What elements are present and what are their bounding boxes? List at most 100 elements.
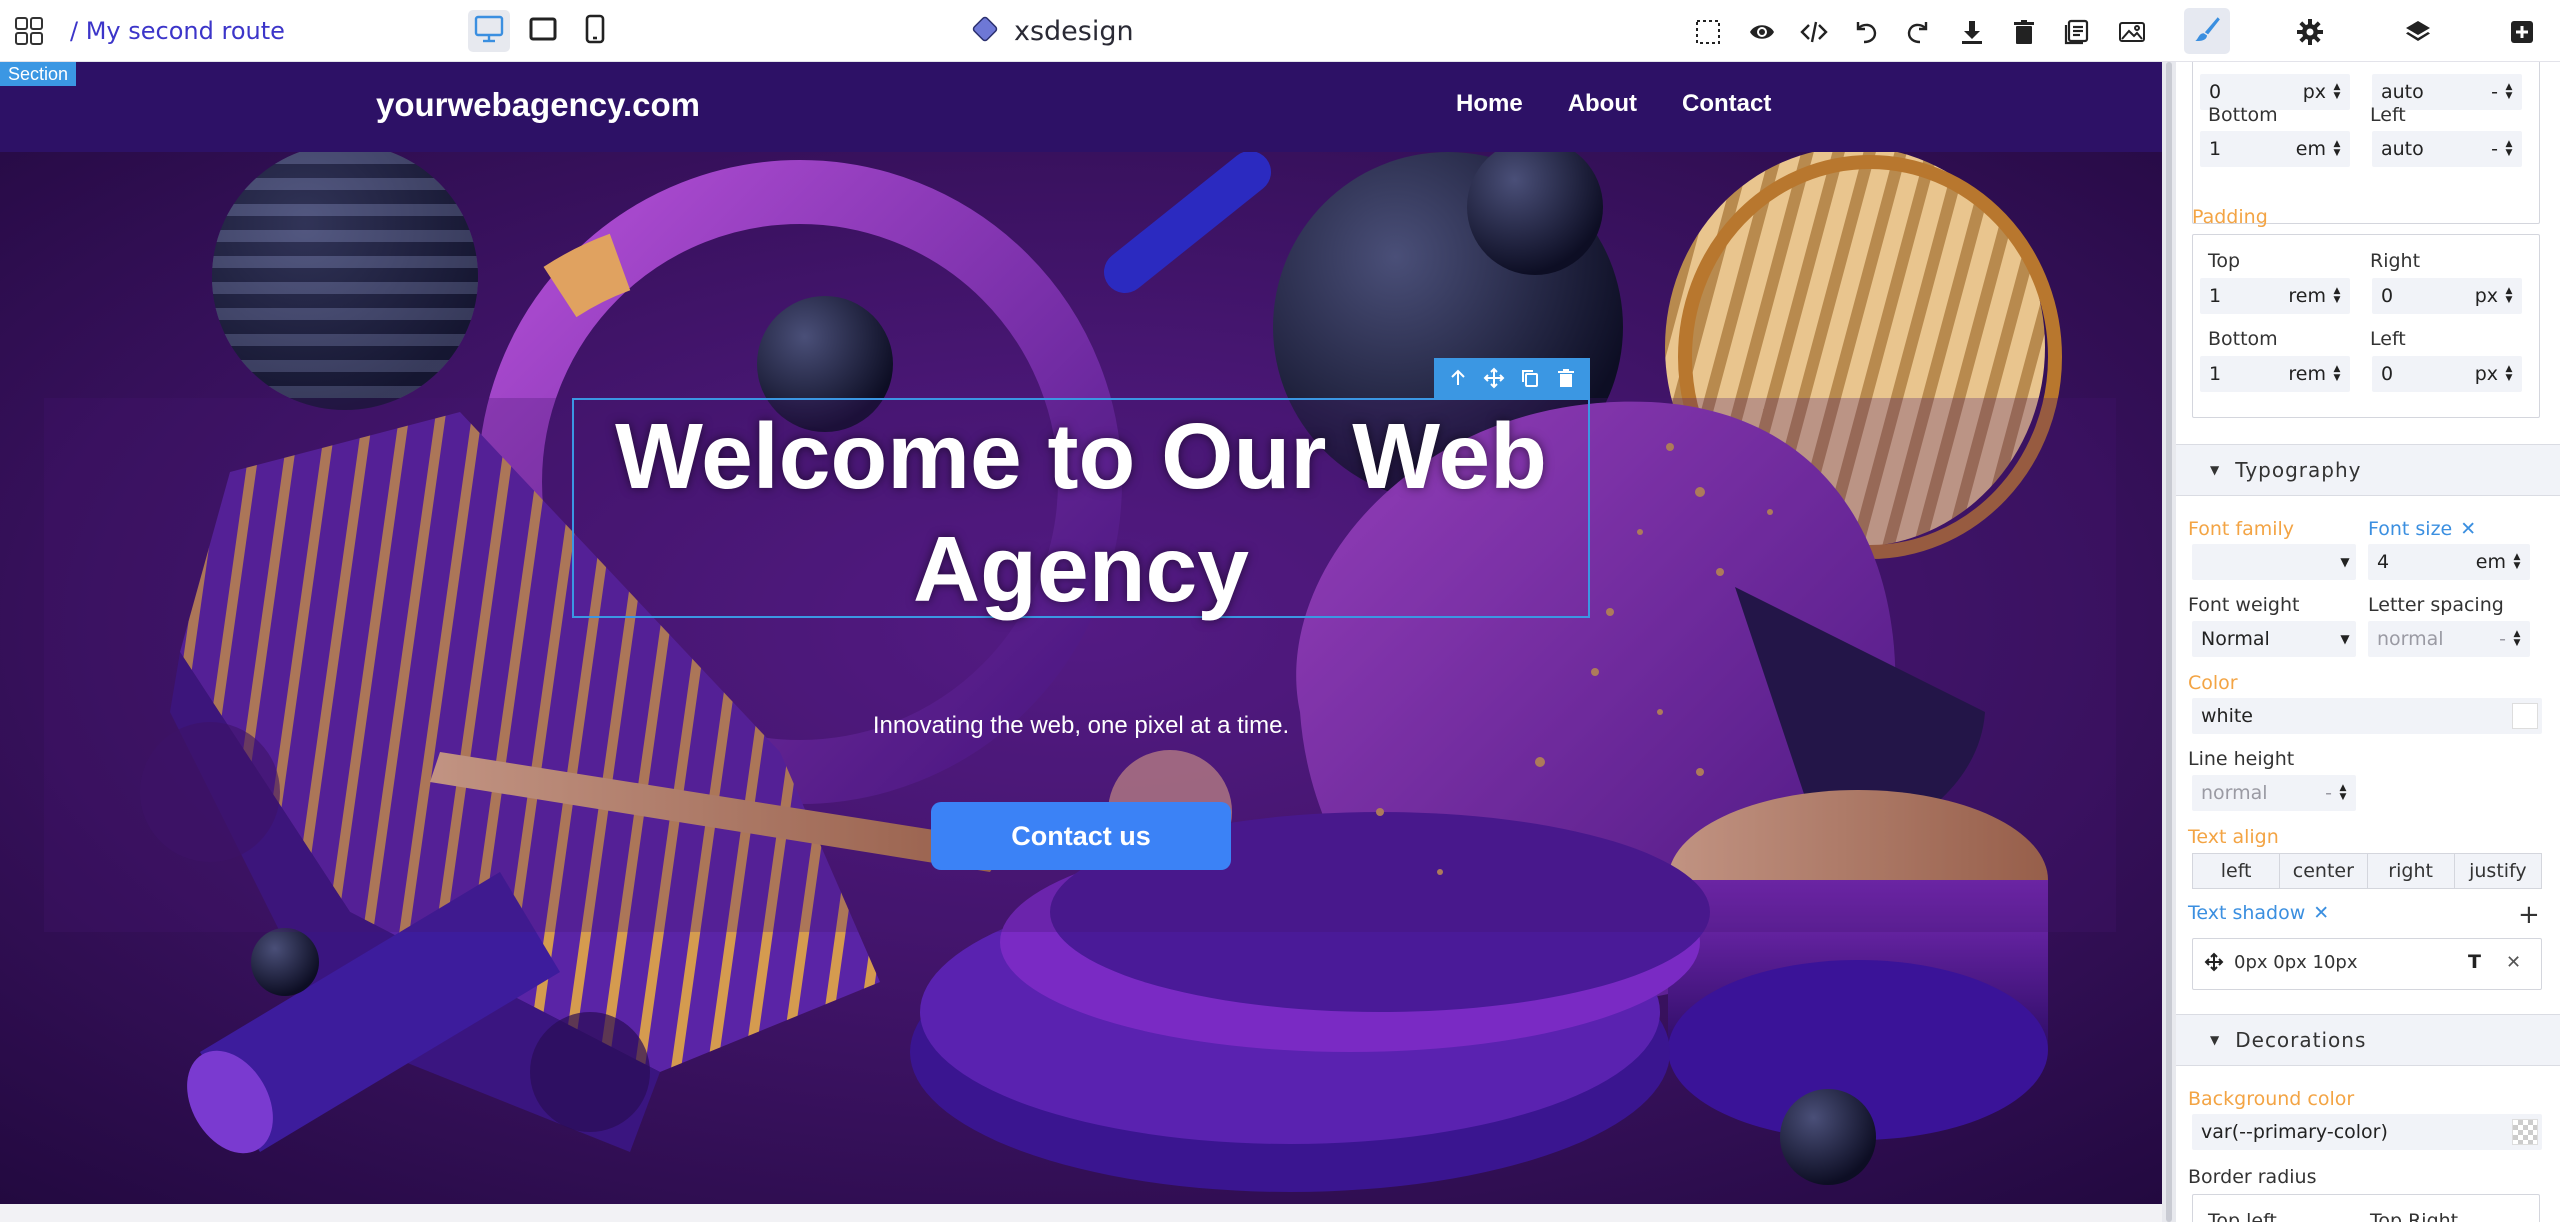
padding-right-label: Right xyxy=(2370,250,2421,272)
spinner-icon[interactable]: ▲ ▼ xyxy=(2330,140,2344,158)
font-weight-select[interactable]: Normal ▼ xyxy=(2192,621,2356,657)
background-color-swatch[interactable] xyxy=(2512,1119,2538,1145)
code-icon[interactable] xyxy=(1796,14,1832,50)
download-icon[interactable] xyxy=(1954,14,1990,50)
copy-icon[interactable] xyxy=(1517,365,1543,391)
text-align-segmented: left center right justify xyxy=(2192,853,2542,889)
align-center-option[interactable]: center xyxy=(2280,854,2368,888)
font-size-label-text: Font size xyxy=(2368,518,2453,540)
spinner-icon[interactable]: ▲ ▼ xyxy=(2502,365,2516,383)
site-menu: Home About Contact xyxy=(1456,90,1771,118)
spinner-icon[interactable]: ▲ ▼ xyxy=(2510,630,2524,648)
font-family-label: Font family xyxy=(2188,518,2295,540)
text-align-label: Text align xyxy=(2188,826,2279,848)
move-icon[interactable] xyxy=(1481,365,1507,391)
spinner-icon[interactable]: ▲ ▼ xyxy=(2330,287,2344,305)
caret-down-icon: ▼ xyxy=(2210,1033,2220,1047)
margin-bottom-field[interactable]: 1 em ▲ ▼ xyxy=(2200,131,2350,167)
delete-icon[interactable] xyxy=(1553,365,1579,391)
desktop-icon xyxy=(474,15,504,47)
site-navbar: yourwebagency.com Home About Contact xyxy=(0,62,2162,152)
border-radius-label: Border radius xyxy=(2188,1166,2317,1188)
select-icon[interactable] xyxy=(1690,14,1726,50)
hero-heading[interactable]: Welcome to Our Web Agency xyxy=(574,400,1588,626)
background-color-field[interactable]: var(--primary-color) xyxy=(2192,1114,2542,1150)
brand: xsdesign xyxy=(970,12,1134,50)
redo-icon[interactable] xyxy=(1900,14,1936,50)
font-size-field[interactable]: 4 em ▲ ▼ xyxy=(2368,544,2530,580)
clear-icon[interactable]: ✕ xyxy=(2460,518,2476,540)
desktop-view-button[interactable] xyxy=(468,10,510,52)
undo-icon[interactable] xyxy=(1848,14,1884,50)
nav-contact-link[interactable]: Contact xyxy=(1682,90,1771,118)
route-breadcrumb[interactable]: / My second route xyxy=(70,14,285,48)
pages-icon[interactable] xyxy=(2058,14,2094,50)
text-shadow-value[interactable]: 0px 0px 10px xyxy=(2234,952,2358,973)
layers-icon[interactable] xyxy=(2400,14,2436,50)
padding-left-label: Left xyxy=(2370,328,2406,350)
color-swatch[interactable] xyxy=(2512,703,2538,729)
clear-icon[interactable]: ✕ xyxy=(2313,902,2329,924)
padding-top-label: Top xyxy=(2208,250,2241,272)
brush-icon xyxy=(2192,14,2222,48)
section-tag: Section xyxy=(0,62,77,86)
nav-home-link[interactable]: Home xyxy=(1456,90,1523,118)
grid-icon[interactable] xyxy=(12,14,46,48)
drag-handle-icon[interactable] xyxy=(2204,952,2224,976)
brand-name: xsdesign xyxy=(1014,15,1134,47)
mobile-view-button[interactable] xyxy=(574,10,616,52)
line-height-label: Line height xyxy=(2188,748,2295,770)
preview-eye-icon[interactable] xyxy=(1744,14,1780,50)
editor-canvas[interactable]: yourwebagency.com Home About Contact Sec… xyxy=(0,62,2162,1204)
element-toolbar xyxy=(1434,358,1590,398)
line-height-field[interactable]: normal - ▲ ▼ xyxy=(2192,775,2356,811)
panel-scrollbar[interactable] xyxy=(2166,62,2172,1222)
align-left-option[interactable]: left xyxy=(2193,854,2281,888)
text-shadow-label: Text shadow ✕ xyxy=(2188,902,2329,924)
padding-top-field[interactable]: 1 rem ▲ ▼ xyxy=(2200,278,2350,314)
letter-spacing-label: Letter spacing xyxy=(2368,594,2504,616)
contact-us-button[interactable]: Contact us xyxy=(931,802,1231,870)
nav-about-link[interactable]: About xyxy=(1568,90,1637,118)
spinner-icon[interactable]: ▲ ▼ xyxy=(2502,83,2516,101)
tablet-icon xyxy=(529,17,557,45)
padding-label: Padding xyxy=(2192,206,2268,228)
xsdesign-logo-icon xyxy=(970,14,1000,48)
align-right-option[interactable]: right xyxy=(2367,854,2455,888)
style-panel-button[interactable] xyxy=(2184,8,2230,54)
hero-subtitle[interactable]: Innovating the web, one pixel at a time. xyxy=(574,712,1588,740)
margin-left-field[interactable]: auto - ▲ ▼ xyxy=(2372,131,2522,167)
font-family-select[interactable]: ▼ xyxy=(2192,544,2356,580)
letter-spacing-field[interactable]: normal - ▲ ▼ xyxy=(2368,621,2530,657)
padding-bottom-field[interactable]: 1 rem ▲ ▼ xyxy=(2200,356,2350,392)
spinner-icon[interactable]: ▲ ▼ xyxy=(2502,140,2516,158)
padding-right-field[interactable]: 0 px ▲ ▼ xyxy=(2372,278,2522,314)
caret-down-icon: ▼ xyxy=(2210,463,2220,477)
gear-icon[interactable] xyxy=(2292,14,2328,50)
align-justify-option[interactable]: justify xyxy=(2454,854,2541,888)
background-color-label: Background color xyxy=(2188,1088,2355,1110)
tablet-view-button[interactable] xyxy=(522,10,564,52)
arrow-up-icon[interactable] xyxy=(1445,365,1471,391)
spinner-icon[interactable]: ▲ ▼ xyxy=(2336,784,2350,802)
text-type-icon[interactable]: T xyxy=(2468,951,2481,973)
text-shadow-label-text: Text shadow xyxy=(2188,902,2306,924)
spinner-icon[interactable]: ▲ ▼ xyxy=(2502,287,2516,305)
spinner-icon[interactable]: ▲ ▼ xyxy=(2330,365,2344,383)
trash-icon[interactable] xyxy=(2006,14,2042,50)
close-icon[interactable]: ✕ xyxy=(2506,952,2521,973)
margin-left-label: Left xyxy=(2370,104,2406,126)
decorations-section-header[interactable]: ▼ Decorations xyxy=(2176,1014,2560,1066)
padding-left-field[interactable]: 0 px ▲ ▼ xyxy=(2372,356,2522,392)
color-field[interactable]: white xyxy=(2192,698,2542,734)
add-icon[interactable] xyxy=(2504,14,2540,50)
image-icon[interactable] xyxy=(2114,14,2150,50)
margin-bottom-label: Bottom xyxy=(2208,104,2278,126)
font-size-label: Font size ✕ xyxy=(2368,518,2476,540)
color-label: Color xyxy=(2188,672,2238,694)
typography-section-header[interactable]: ▼ Typography xyxy=(2176,444,2560,496)
add-icon[interactable]: + xyxy=(2518,900,2540,930)
spinner-icon[interactable]: ▲ ▼ xyxy=(2510,553,2524,571)
site-logo[interactable]: yourwebagency.com xyxy=(376,86,700,124)
spinner-icon[interactable]: ▲ ▼ xyxy=(2330,83,2344,101)
